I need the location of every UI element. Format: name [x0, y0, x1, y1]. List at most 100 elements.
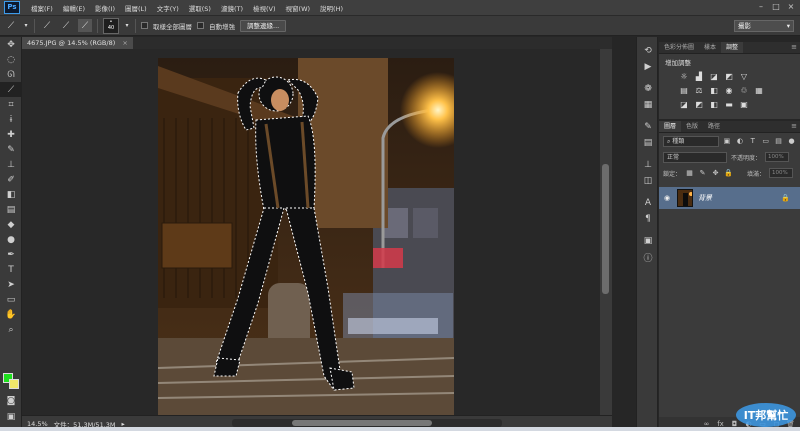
brightness-contrast-icon[interactable]: ☼	[679, 72, 689, 82]
type-tool-icon[interactable]: T	[0, 262, 22, 277]
document-image[interactable]	[158, 58, 454, 416]
vertical-scrollbar[interactable]	[600, 49, 612, 415]
history-brush-tool-icon[interactable]: ✐	[0, 172, 22, 187]
tab-adjustments[interactable]: 調整	[721, 42, 744, 53]
maximize-icon[interactable]: □	[769, 1, 783, 13]
layer-row-background[interactable]: ◉ 背景 🔒	[659, 187, 800, 209]
menu-window[interactable]: 視窗(W)	[281, 3, 316, 13]
quick-select-tool-preset-icon[interactable]: ⟋	[4, 19, 18, 32]
threshold-icon[interactable]: ◧	[709, 100, 719, 110]
history-panel-icon[interactable]: ⟲	[637, 43, 659, 59]
eraser-tool-icon[interactable]: ◧	[0, 187, 22, 202]
clone-source-panel-icon[interactable]: ⊥	[637, 157, 659, 173]
refine-edge-button[interactable]: 調整邊緣...	[240, 19, 287, 32]
menu-help[interactable]: 說明(H)	[315, 3, 348, 13]
character-panel-icon[interactable]: A	[637, 195, 659, 211]
quick-mask-icon[interactable]: ◙	[0, 393, 22, 408]
channel-mixer-icon[interactable]: ♲	[739, 86, 749, 96]
photo-filter-icon[interactable]: ◉	[724, 86, 734, 96]
hue-saturation-icon[interactable]: ▤	[679, 86, 689, 96]
lock-all-icon[interactable]: 🔒	[724, 169, 733, 178]
subtract-from-selection-brush-icon[interactable]: ⟋	[78, 19, 92, 32]
blur-tool-icon[interactable]: ◆	[0, 217, 22, 232]
document-tab[interactable]: 4675.JPG @ 14.5% (RGB/8) ×	[22, 37, 133, 49]
type-filter-icon[interactable]: T	[748, 137, 757, 146]
levels-icon[interactable]: ▟	[694, 72, 704, 82]
curves-icon[interactable]: ◪	[709, 72, 719, 82]
clone-stamp-tool-icon[interactable]: ⊥	[0, 157, 22, 172]
blend-mode-select[interactable]: 正常	[663, 151, 727, 163]
canvas-area[interactable]	[22, 49, 600, 416]
posterize-icon[interactable]: ◩	[694, 100, 704, 110]
tab-close-icon[interactable]: ×	[122, 39, 127, 47]
exposure-icon[interactable]: ◩	[724, 72, 734, 82]
crop-tool-icon[interactable]: ⌗	[0, 97, 22, 112]
horizontal-scroll-thumb[interactable]	[292, 420, 432, 426]
tab-channels[interactable]: 色版	[681, 121, 703, 132]
dodge-tool-icon[interactable]: ●	[0, 232, 22, 247]
gradient-map-icon[interactable]: ▬	[724, 100, 734, 110]
selective-color-icon[interactable]: ▣	[739, 100, 749, 110]
pen-tool-icon[interactable]: ✒	[0, 247, 22, 262]
vertical-scroll-thumb[interactable]	[602, 164, 609, 294]
move-tool-icon[interactable]: ✥	[0, 37, 22, 52]
workspace-select[interactable]: 攝影 ▾	[734, 20, 794, 32]
pixel-filter-icon[interactable]: ▣	[723, 137, 732, 146]
close-icon[interactable]: ×	[784, 1, 798, 13]
background-color-swatch[interactable]	[9, 379, 19, 389]
quick-selection-tool-icon[interactable]: ⟋	[0, 82, 22, 97]
tab-paths[interactable]: 路徑	[703, 121, 725, 132]
tool-presets-panel-icon[interactable]: ◫	[637, 173, 659, 189]
menu-image[interactable]: 影像(I)	[90, 3, 120, 13]
marquee-tool-icon[interactable]: ◌	[0, 52, 22, 67]
fill-input[interactable]: 100%	[769, 168, 794, 178]
menu-layer[interactable]: 圖層(L)	[120, 3, 152, 13]
minimize-icon[interactable]: –	[754, 1, 768, 13]
screen-mode-icon[interactable]: ▣	[0, 409, 22, 424]
auto-enhance-checkbox[interactable]	[197, 22, 204, 29]
menu-view[interactable]: 檢視(V)	[248, 3, 281, 13]
brush-tool-icon[interactable]: ✎	[0, 142, 22, 157]
adjustment-filter-icon[interactable]: ◐	[735, 137, 744, 146]
lock-transparent-icon[interactable]: ▦	[685, 169, 694, 178]
tab-layers[interactable]: 圖層	[659, 121, 682, 132]
menu-select[interactable]: 選取(S)	[184, 3, 216, 13]
eye-icon[interactable]: ◉	[662, 194, 672, 202]
panel-menu-icon[interactable]: ≡	[791, 42, 800, 53]
lock-image-icon[interactable]: ✎	[698, 169, 707, 178]
layer-kind-filter-select[interactable]: ⌕ 種類	[663, 135, 719, 147]
dropdown-arrow-icon[interactable]: ▾	[124, 19, 130, 32]
horizontal-scrollbar[interactable]	[232, 419, 502, 427]
opacity-input[interactable]: 100%	[765, 152, 790, 162]
tab-histogram[interactable]: 色彩分佈圖	[659, 42, 699, 53]
hand-tool-icon[interactable]: ✋	[0, 307, 22, 322]
healing-brush-tool-icon[interactable]: ✚	[0, 127, 22, 142]
sample-all-layers-checkbox[interactable]	[141, 22, 148, 29]
actions-panel-icon[interactable]: ▶	[637, 59, 659, 75]
new-selection-brush-icon[interactable]: ⟋	[40, 19, 54, 32]
layer-name[interactable]: 背景	[698, 193, 712, 203]
black-white-icon[interactable]: ◧	[709, 86, 719, 96]
add-to-selection-brush-icon[interactable]: ⟋	[59, 19, 73, 32]
color-swatches[interactable]	[3, 373, 19, 389]
smart-object-filter-icon[interactable]: ▤	[774, 137, 783, 146]
menu-type[interactable]: 文字(Y)	[152, 3, 184, 13]
paragraph-panel-icon[interactable]: ¶	[637, 211, 659, 227]
shape-tool-icon[interactable]: ▭	[0, 292, 22, 307]
eyedropper-tool-icon[interactable]: ɨ	[0, 112, 22, 127]
filter-toggle-icon[interactable]: ●	[787, 137, 796, 146]
menu-file[interactable]: 檔案(F)	[26, 3, 58, 13]
shape-filter-icon[interactable]: ▭	[761, 137, 770, 146]
brush-panel-icon[interactable]: ✎	[637, 119, 659, 135]
menu-filter[interactable]: 濾鏡(T)	[216, 3, 248, 13]
menu-edit[interactable]: 編輯(E)	[58, 3, 90, 13]
path-selection-tool-icon[interactable]: ➤	[0, 277, 22, 292]
tab-navigator[interactable]: 樣本	[699, 42, 721, 53]
lasso-tool-icon[interactable]: ᘏ	[0, 67, 22, 82]
color-lookup-icon[interactable]: ▦	[754, 86, 764, 96]
vibrance-icon[interactable]: ▽	[739, 72, 749, 82]
invert-icon[interactable]: ◪	[679, 100, 689, 110]
lock-position-icon[interactable]: ✥	[711, 169, 720, 178]
color-balance-icon[interactable]: ⚖	[694, 86, 704, 96]
dropdown-arrow-icon[interactable]: ▾	[23, 19, 29, 32]
